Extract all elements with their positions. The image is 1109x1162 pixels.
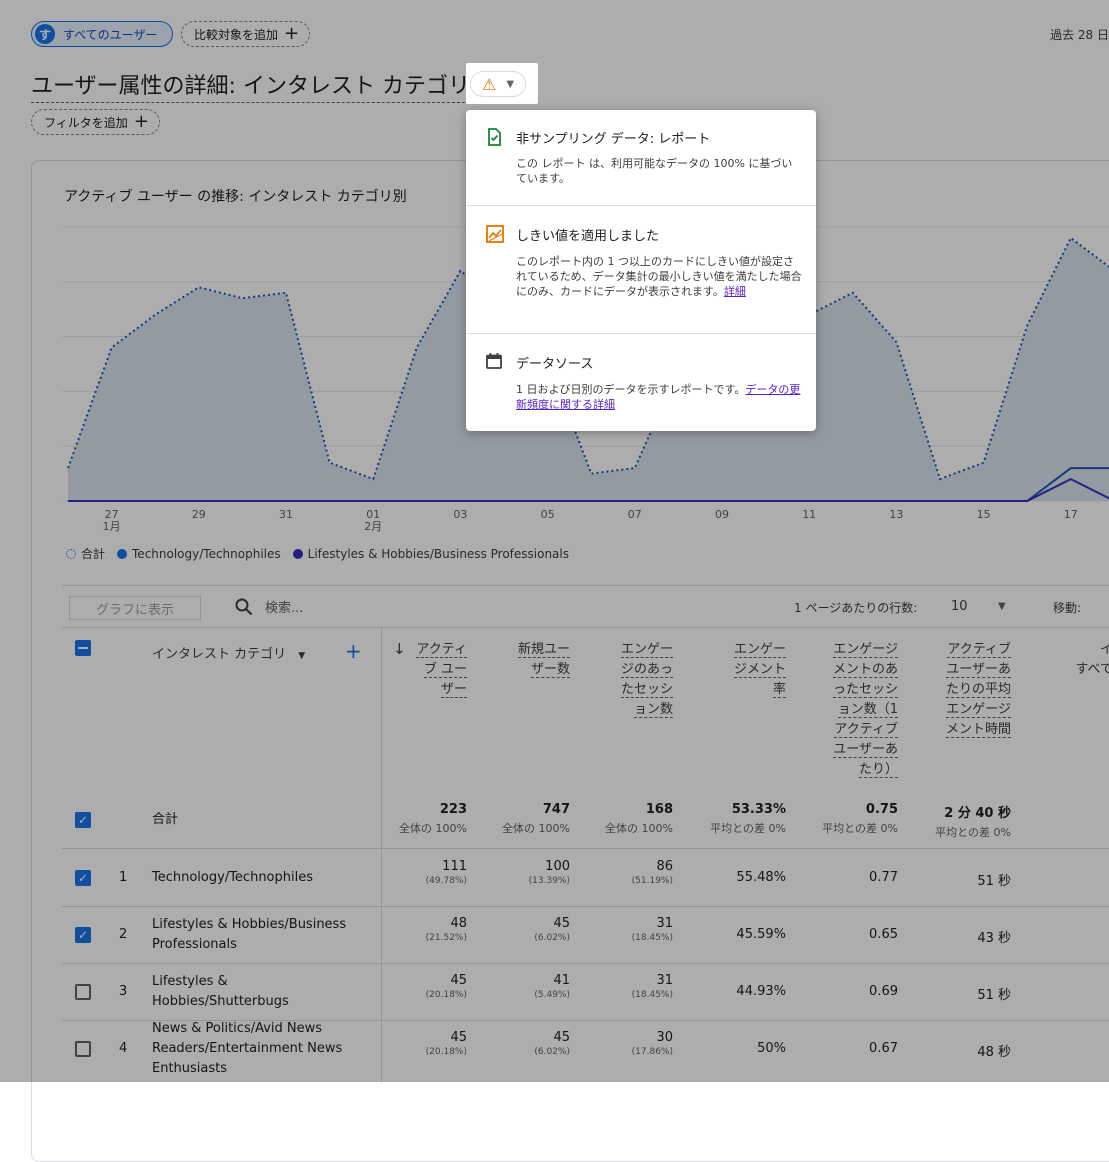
data-quality-button[interactable]: ⚠ ▼ [466, 63, 538, 104]
popup-title: しきい値を適用しました [516, 229, 660, 244]
verified-icon [488, 128, 501, 146]
popup-title: 非サンプリング データ: レポート [516, 132, 711, 147]
popup-title: データソース [516, 357, 594, 372]
popup-body: 1 日および日別のデータを示すレポートです。データの更新頻度に関する詳細 [516, 383, 801, 411]
popup-section-unsampled: 非サンプリング データ: レポート この レポート は、利用可能なデータの 10… [466, 110, 816, 206]
warning-icon: ⚠ [481, 74, 497, 94]
popup-section-threshold: しきい値を適用しました このレポート内の 1 つ以上のカードにしきい値が設定され… [466, 205, 816, 334]
threshold-chart-icon [486, 225, 504, 243]
chevron-down-icon: ▼ [506, 78, 515, 90]
popup-body: このレポート内の 1 つ以上のカードにしきい値が設定されているため、データ集計の… [516, 255, 802, 298]
details-link[interactable]: 詳細 [724, 285, 746, 298]
data-quality-popup: 非サンプリング データ: レポート この レポート は、利用可能なデータの 10… [466, 110, 816, 431]
popup-body: この レポート は、利用可能なデータの 100% に基づいています。 [516, 157, 793, 185]
popup-section-datasource: データソース 1 日および日別のデータを示すレポートです。データの更新頻度に関す… [466, 333, 816, 431]
calendar-icon [486, 353, 502, 369]
